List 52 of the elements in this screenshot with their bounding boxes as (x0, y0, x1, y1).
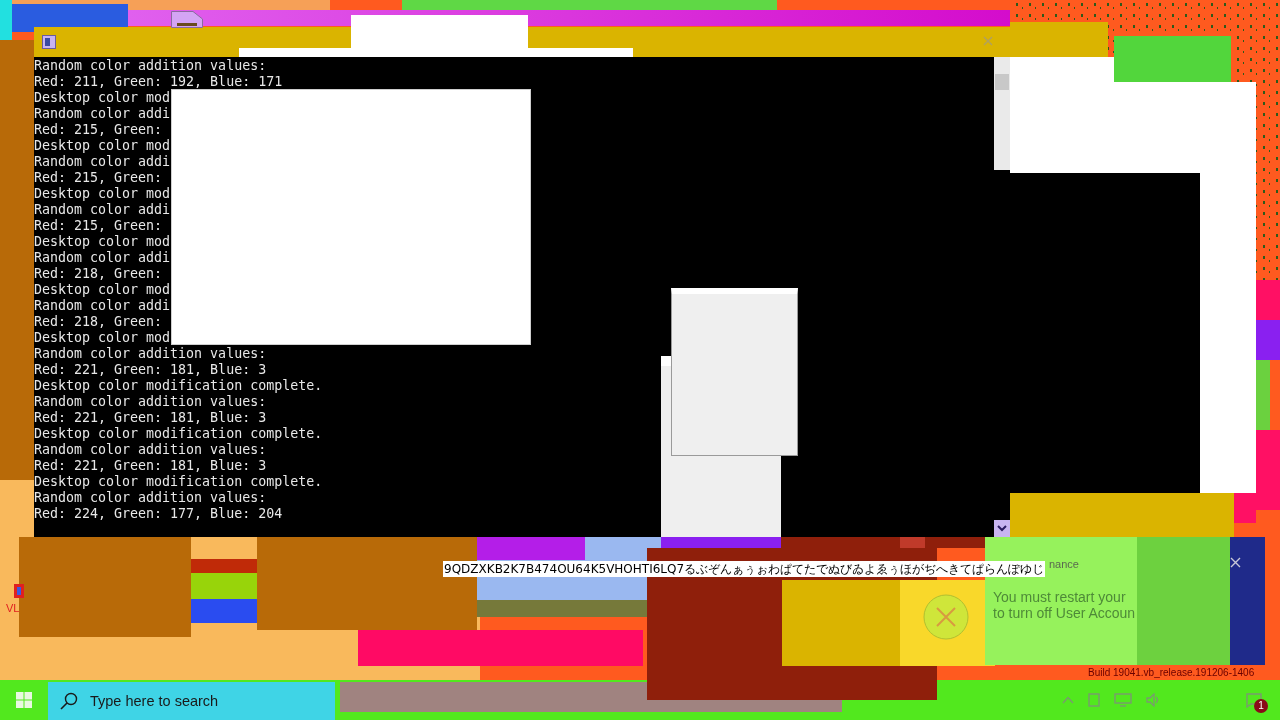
close-icon[interactable] (1230, 557, 1241, 568)
console-line: Random color addi (34, 106, 171, 122)
console-line: Desktop color mod (34, 330, 171, 346)
console-line: Random color addition values: (34, 442, 267, 458)
scrollbar-thumb[interactable] (995, 74, 1009, 90)
color-block (1256, 280, 1280, 320)
console-line: Red: 224, Green: 177, Blue: 204 (34, 506, 283, 522)
console-line: Desktop color mod (34, 138, 171, 154)
speaker-icon[interactable] (1146, 693, 1160, 707)
icon-label[interactable]: VL (6, 602, 20, 614)
console-line: Red: 215, Green: (34, 122, 163, 138)
document-icon (171, 11, 203, 28)
console-line: Red: 215, Green: (34, 170, 163, 186)
x-circle-icon (923, 594, 969, 640)
notification-text: to turn off User Accoun (993, 605, 1136, 621)
notification-title: nance (1049, 557, 1079, 571)
console-line: Desktop color mod (34, 90, 171, 106)
console-line: Random color addition values: (34, 58, 267, 74)
console-line: Desktop color modification complete. (34, 474, 323, 490)
console-line: Red: 211, Green: 192, Blue: 171 (34, 74, 283, 90)
console-icon (42, 35, 56, 49)
console-line: Red: 221, Green: 181, Blue: 3 (34, 410, 267, 426)
console-line: Red: 218, Green: (34, 314, 163, 330)
console-line: Random color addi (34, 202, 171, 218)
console-line: Random color addition values: (34, 490, 267, 506)
caret-up-icon[interactable] (1062, 696, 1074, 704)
console-line: Random color addi (34, 250, 171, 266)
build-text: Build 19041.vb_release.191206-1406 (1088, 667, 1255, 679)
search-input[interactable]: Type here to search (90, 690, 320, 712)
scroll-down-button[interactable] (994, 520, 1010, 537)
square-icon[interactable] (1088, 693, 1100, 707)
monitor-icon[interactable] (1114, 693, 1132, 707)
console-line: Random color addi (34, 298, 171, 314)
console-line: Red: 215, Green: (34, 218, 163, 234)
four-panes-icon (16, 692, 32, 708)
search-box[interactable]: Type here to search (48, 682, 335, 720)
notification-badge: 1 (1254, 698, 1268, 713)
console-line: Desktop color modification complete. (34, 378, 323, 394)
console-line: Random color addi (34, 154, 171, 170)
app-icon[interactable] (14, 584, 24, 598)
console-line: Desktop color mod (34, 234, 171, 250)
notification-text: You must restart your (993, 589, 1126, 605)
console-line: Red: 221, Green: 181, Blue: 3 (34, 458, 267, 474)
console-line: Desktop color modification complete. (34, 426, 323, 442)
console-line: Random color addition values: (34, 394, 267, 410)
console-line: Desktop color mod (34, 282, 171, 298)
console-line: Red: 218, Green: (34, 266, 163, 282)
overlay-text: 9QDZXKB2K7B474OU64K5VHOHTI6LQ7るぶぞんぁぅぉわぱてたでぬびゐよゑぅほがぢへきてぱらんぽゆじ (443, 561, 1046, 577)
search-icon (60, 692, 78, 710)
console-line: Red: 221, Green: 181, Blue: 3 (34, 362, 267, 378)
console-line: Desktop color mod (34, 186, 171, 202)
console-line: Random color addition values: (34, 346, 267, 362)
